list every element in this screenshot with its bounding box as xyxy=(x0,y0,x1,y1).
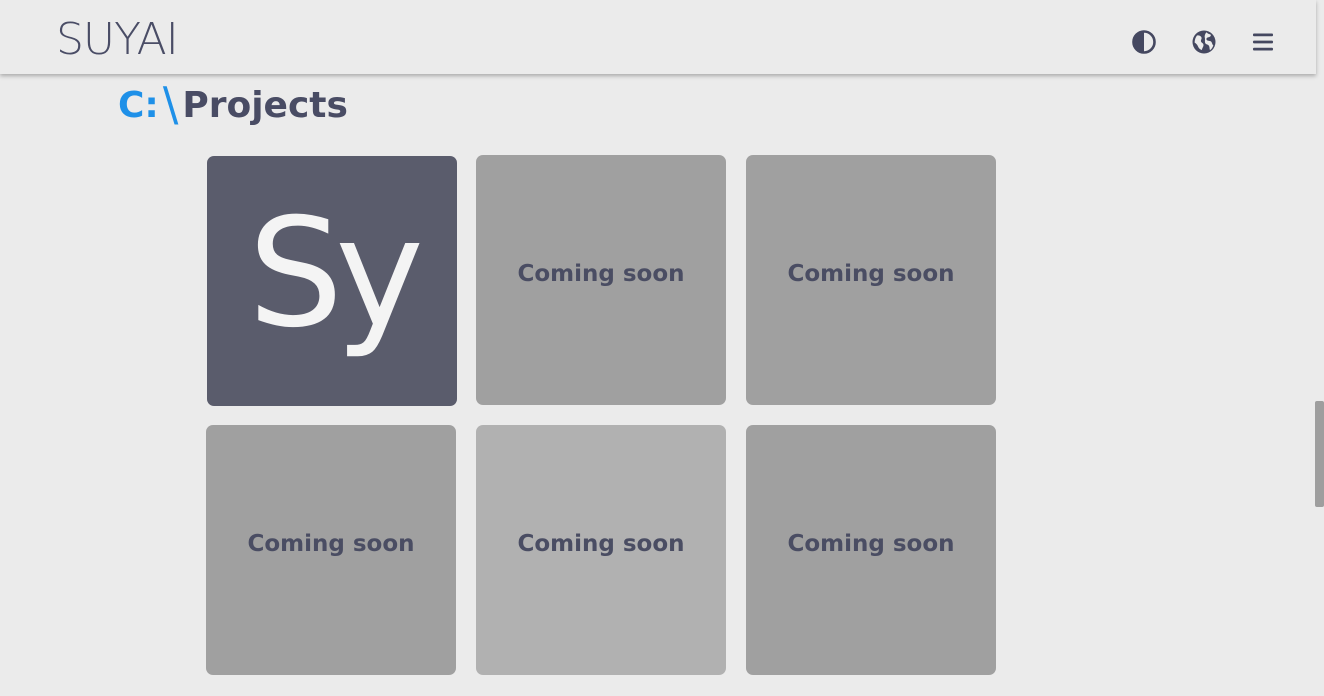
project-tile-coming-soon[interactable]: Coming soon xyxy=(476,155,726,405)
site-logo[interactable]: SUYAI xyxy=(56,14,179,66)
scrollbar-thumb[interactable] xyxy=(1315,401,1324,507)
tile-label: Coming soon xyxy=(787,531,955,557)
title-drive-prefix: C: xyxy=(118,84,159,126)
tile-label: Coming soon xyxy=(247,531,415,557)
hamburger-menu-icon[interactable] xyxy=(1250,29,1276,55)
tile-label: Coming soon xyxy=(517,531,685,557)
page-title: C: \ Projects xyxy=(118,77,348,131)
project-logo: Sy xyxy=(248,187,424,361)
title-path-separator: \ xyxy=(162,77,179,131)
project-tile-coming-soon[interactable]: Coming soon xyxy=(746,155,996,405)
title-text: Projects xyxy=(182,84,348,126)
contrast-icon[interactable] xyxy=(1131,29,1157,55)
tile-label: Coming soon xyxy=(787,261,955,287)
project-tile-coming-soon[interactable]: Coming soon xyxy=(746,425,996,675)
top-navbar: SUYAI xyxy=(0,0,1316,74)
project-tile-suyai[interactable]: Sy xyxy=(207,156,457,406)
project-tile-coming-soon[interactable]: Coming soon xyxy=(206,425,456,675)
project-tile-coming-soon[interactable]: Coming soon xyxy=(476,425,726,675)
tile-label: Coming soon xyxy=(517,261,685,287)
globe-icon[interactable] xyxy=(1191,29,1217,55)
